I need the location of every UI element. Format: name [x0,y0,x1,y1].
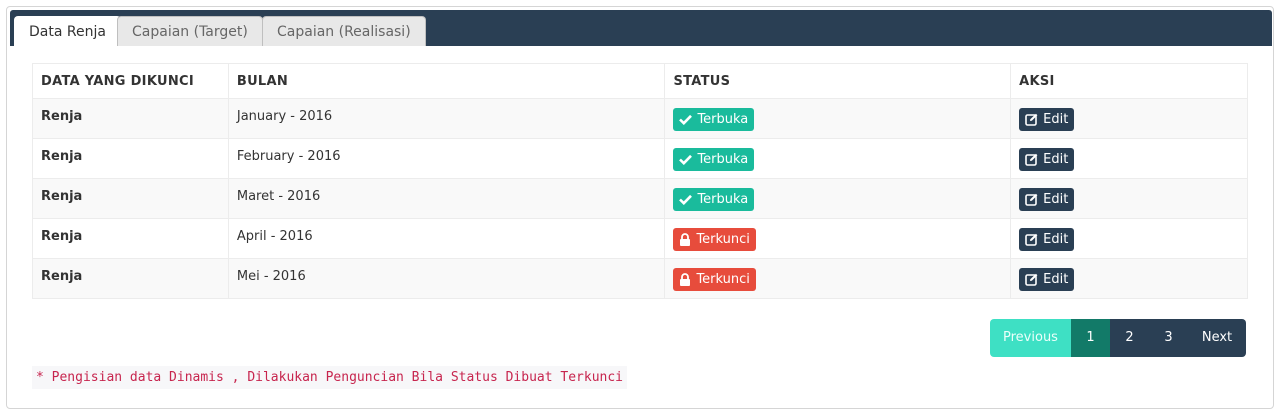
lock-icon [679,233,691,246]
tab-capaian-target[interactable]: Capaian (Target) [117,16,263,46]
info-note: * Pengisian data Dinamis , Dilakukan Pen… [32,366,627,389]
cell-bulan-text: Maret - 2016 [236,189,321,204]
table-row: Renja Maret - 2016 Terbuka Edit [32,178,1248,219]
cell-bulan: Mei - 2016 [227,258,666,299]
cell-bulan-text: February - 2016 [236,149,341,164]
renja-table: DATA YANG DIKUNCI BULAN STATUS AKSI Renj… [32,63,1248,299]
cell-aksi: Edit [1010,218,1248,259]
column-header-bulan: BULAN [227,63,666,99]
edit-button[interactable]: Edit [1019,108,1075,131]
cell-data: Renja [32,138,229,179]
check-icon [679,194,693,205]
status-label: Terbuka [697,192,749,207]
status-label: Terbuka [697,112,749,127]
pagination-page-1[interactable]: 1 [1071,319,1110,357]
cell-data: Renja [32,98,229,139]
cell-aksi: Edit [1010,98,1248,139]
table-header-row: DATA YANG DIKUNCI BULAN STATUS AKSI [32,63,1248,99]
tab-bar: Data Renja Capaian (Target) Capaian (Rea… [10,10,1272,46]
cell-bulan: April - 2016 [227,218,666,259]
edit-label: Edit [1043,232,1069,247]
column-header-aksi: AKSI [1010,63,1248,99]
edit-icon [1025,233,1038,246]
status-label: Terkunci [696,272,750,287]
cell-data-text: Renja [41,109,83,124]
cell-data-text: Renja [41,149,83,164]
status-badge: Terbuka [673,148,755,171]
cell-aksi: Edit [1010,258,1248,299]
cell-bulan: February - 2016 [227,138,666,179]
cell-bulan-text: April - 2016 [236,229,313,244]
status-label: Terbuka [697,152,749,167]
table-row: Renja Mei - 2016 Terkunci Edit [32,258,1248,299]
table-row: Renja April - 2016 Terkunci Edit [32,218,1248,259]
status-badge: Terkunci [673,268,756,291]
cell-status: Terbuka [664,178,1012,219]
edit-icon [1025,273,1038,286]
cell-data: Renja [32,258,229,299]
cell-data-text: Renja [41,189,83,204]
edit-label: Edit [1043,152,1069,167]
column-header-status: STATUS [664,63,1012,99]
check-icon [679,154,693,165]
lock-icon [679,273,691,286]
cell-data: Renja [32,218,229,259]
cell-bulan-text: Mei - 2016 [236,269,306,284]
pagination: Previous 1 2 3 Next [990,319,1246,357]
edit-icon [1025,113,1038,126]
status-badge: Terbuka [673,188,755,211]
pagination-page-2[interactable]: 2 [1110,319,1149,357]
cell-bulan: Maret - 2016 [227,178,666,219]
cell-bulan-text: January - 2016 [236,109,333,124]
cell-status: Terkunci [664,218,1012,259]
edit-label: Edit [1043,192,1069,207]
cell-data-text: Renja [41,229,83,244]
edit-icon [1025,153,1038,166]
cell-status: Terbuka [664,98,1012,139]
edit-label: Edit [1043,272,1069,287]
cell-status: Terbuka [664,138,1012,179]
column-header-data: DATA YANG DIKUNCI [32,63,229,99]
check-icon [679,114,693,125]
status-badge: Terkunci [673,228,756,251]
table-row: Renja February - 2016 Terbuka Edit [32,138,1248,179]
table-row: Renja January - 2016 Terbuka Edit [32,98,1248,139]
cell-aksi: Edit [1010,178,1248,219]
cell-status: Terkunci [664,258,1012,299]
pagination-page-3[interactable]: 3 [1149,319,1188,357]
edit-label: Edit [1043,112,1069,127]
edit-button[interactable]: Edit [1019,268,1075,291]
pagination-next[interactable]: Next [1188,319,1246,357]
cell-data-text: Renja [41,269,83,284]
main-panel: Data Renja Capaian (Target) Capaian (Rea… [6,6,1274,409]
cell-aksi: Edit [1010,138,1248,179]
pagination-previous[interactable]: Previous [990,319,1071,357]
tab-capaian-realisasi[interactable]: Capaian (Realisasi) [262,16,426,46]
tab-data-renja[interactable]: Data Renja [14,16,121,46]
cell-data: Renja [32,178,229,219]
status-badge: Terbuka [673,108,755,131]
edit-icon [1025,193,1038,206]
edit-button[interactable]: Edit [1019,188,1075,211]
edit-button[interactable]: Edit [1019,148,1075,171]
status-label: Terkunci [696,232,750,247]
edit-button[interactable]: Edit [1019,228,1075,251]
cell-bulan: January - 2016 [227,98,666,139]
